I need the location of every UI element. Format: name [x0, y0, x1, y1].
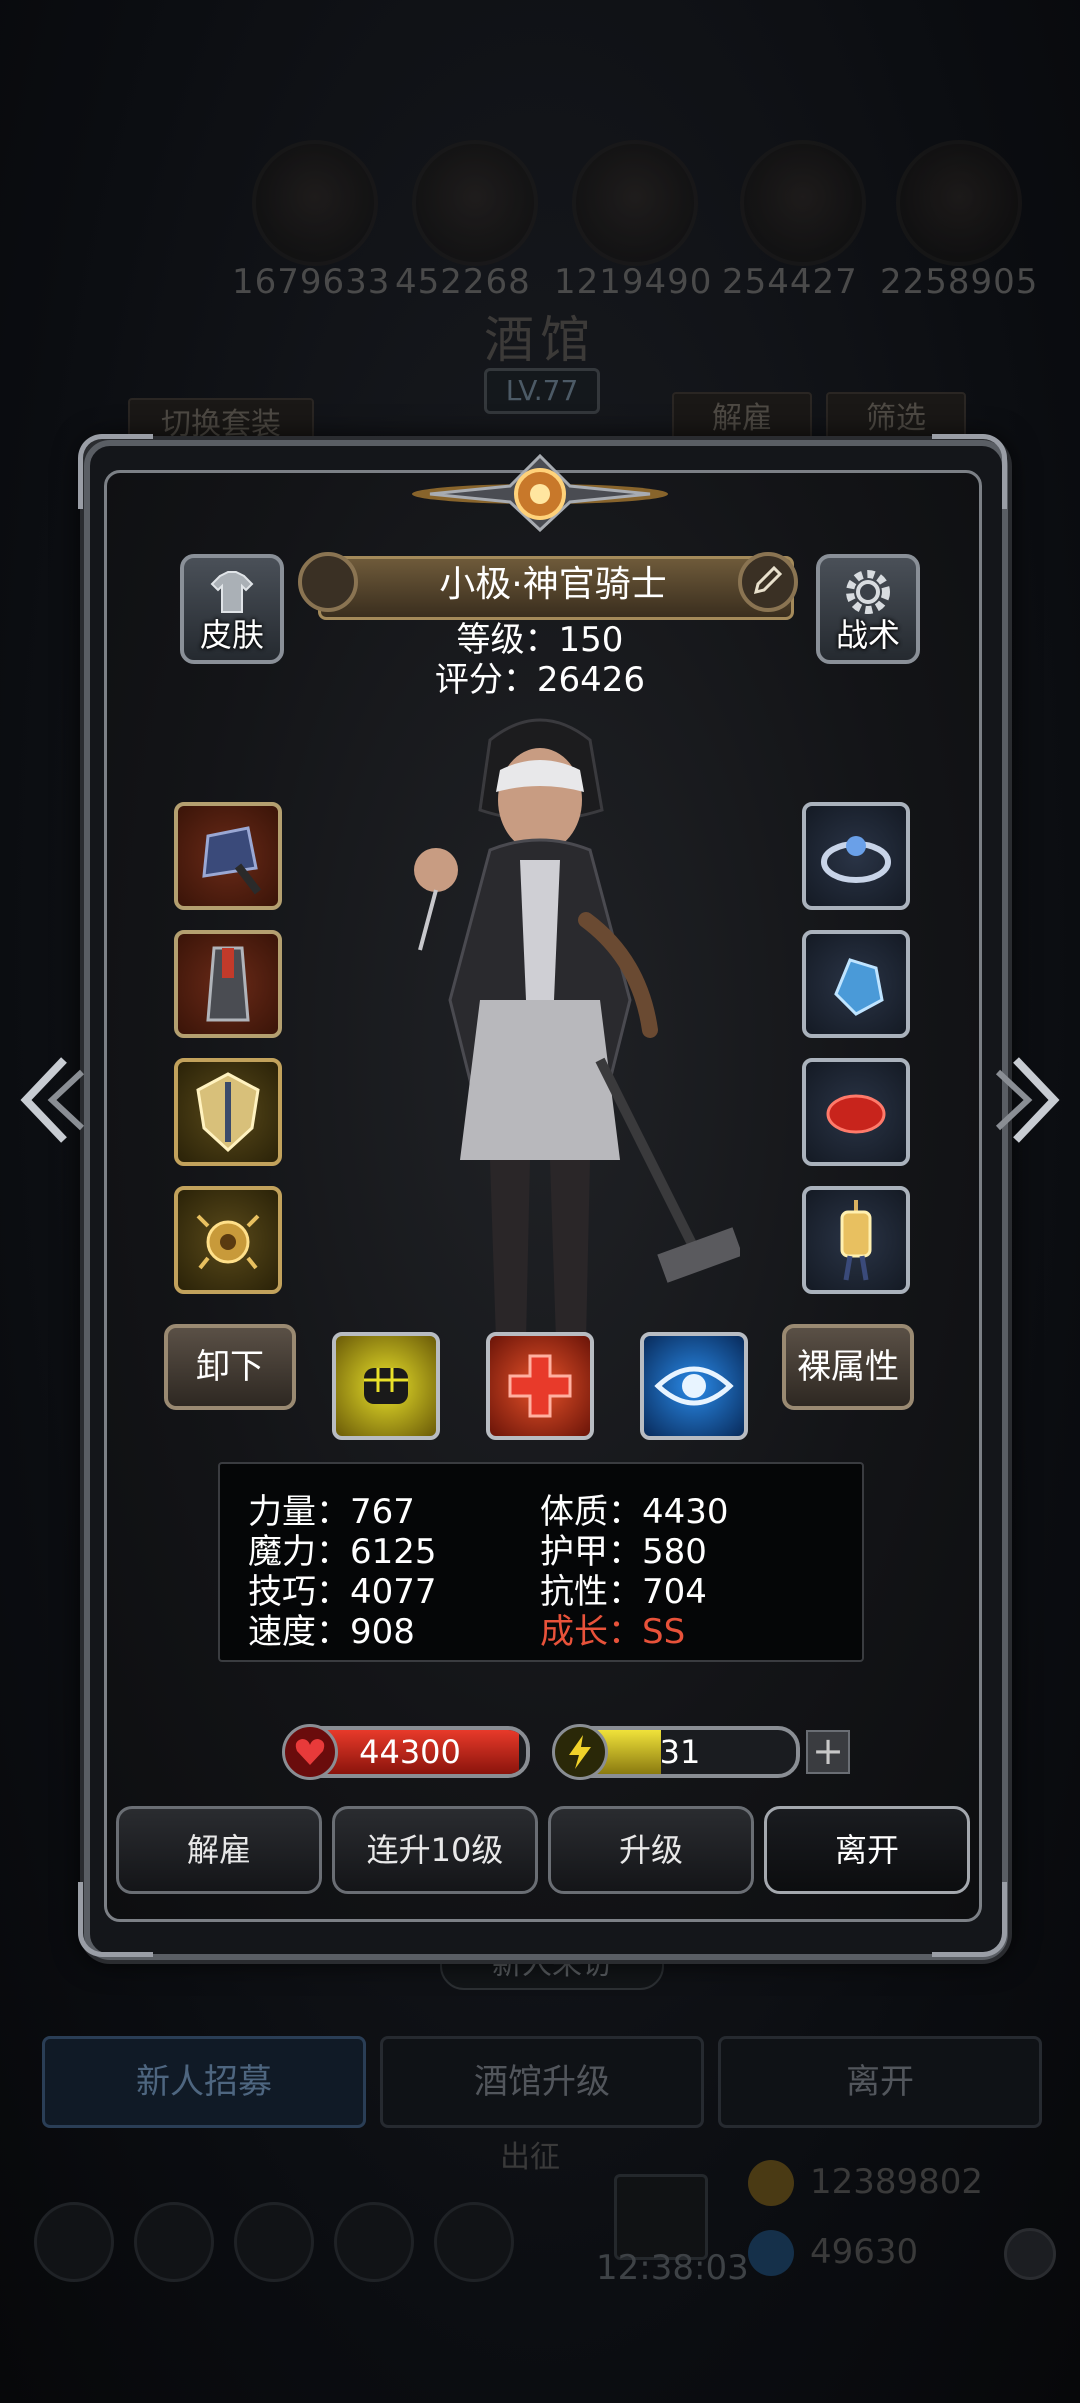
stone-slot[interactable]	[802, 1058, 910, 1166]
shield-slot[interactable]	[174, 1058, 282, 1166]
lantern-slot[interactable]	[802, 1186, 910, 1294]
crystal-icon	[834, 958, 884, 1016]
amulet-slot[interactable]	[174, 1186, 282, 1294]
gem-amount: 49630	[810, 2232, 919, 2272]
heal-cross-skill-icon	[508, 1354, 572, 1418]
dock-icon-3	[234, 2202, 314, 2282]
recruit-button: 新人招募	[42, 2036, 366, 2128]
clock-text: 12:38:03	[596, 2248, 749, 2288]
dock-icon-4	[334, 2202, 414, 2282]
tactics-button[interactable]: 战术	[816, 554, 920, 664]
add-energy-button[interactable]: +	[806, 1730, 850, 1774]
resource-slot-5-icon	[896, 140, 1022, 266]
armor-slot[interactable]	[174, 930, 282, 1038]
resource-value-4: 254427	[722, 262, 858, 302]
lightning-icon	[552, 1724, 608, 1780]
level-up-button[interactable]: 升级	[548, 1806, 754, 1894]
tavern-level: LV.77	[484, 368, 600, 414]
prev-hero-arrow-icon[interactable]	[16, 1050, 86, 1150]
hero-portrait	[414, 718, 740, 1340]
chest-armor-icon	[206, 946, 250, 1022]
level-up-10-button[interactable]: 连升10级	[332, 1806, 538, 1894]
stat-growth: 成长：SS	[540, 1612, 686, 1652]
skin-button[interactable]: 皮肤	[180, 554, 284, 664]
gold-amount: 12389802	[810, 2162, 984, 2202]
frame-corner-ornament	[932, 434, 1007, 509]
bare-stats-button[interactable]: 裸属性	[782, 1324, 914, 1410]
resource-slot-3-icon	[572, 140, 698, 266]
dock-icon-5	[434, 2202, 514, 2282]
gem-slot[interactable]	[802, 930, 910, 1038]
bg-leave-button: 离开	[718, 2036, 1042, 2128]
resource-value-1: 1679633	[232, 262, 391, 302]
tactics-label: 战术	[835, 616, 900, 654]
dock-icon-2	[134, 2202, 214, 2282]
resource-value-5: 2258905	[880, 262, 1039, 302]
amulet-icon	[196, 1214, 260, 1270]
resource-value-3: 1219490	[554, 262, 713, 302]
resource-value-2: 452268	[395, 262, 531, 302]
lantern-icon	[840, 1200, 872, 1281]
skill-slot-1[interactable]	[332, 1332, 440, 1440]
heart-icon	[282, 1724, 338, 1780]
resource-slot-2-icon	[412, 140, 538, 266]
unequip-button[interactable]: 卸下	[164, 1324, 296, 1410]
helmet-icon	[202, 826, 262, 895]
frame-corner-ornament	[78, 434, 153, 509]
dismiss-button[interactable]: 解雇	[116, 1806, 322, 1894]
leave-button[interactable]: 离开	[764, 1806, 970, 1894]
skill-slot-2[interactable]	[486, 1332, 594, 1440]
gold-coin-icon	[748, 2160, 794, 2206]
golden-emblem-icon	[412, 453, 668, 532]
hero-score: 评分：26426	[434, 660, 646, 700]
ring-slot[interactable]	[802, 802, 910, 910]
expedition-label: 出征	[500, 2140, 560, 2175]
stat-speed: 速度：908	[248, 1612, 415, 1652]
bg-dismiss-button: 解雇	[672, 392, 812, 446]
red-stone-icon	[826, 1094, 886, 1134]
shield-icon	[196, 1072, 260, 1153]
tavern-title: 酒馆	[484, 311, 596, 369]
hero-name: 小极·神官骑士	[439, 564, 667, 605]
resource-slot-4-icon	[740, 140, 866, 266]
fist-skill-icon	[364, 1368, 408, 1404]
resource-slot-1-icon	[252, 140, 378, 266]
tavern-upgrade-button: 酒馆升级	[380, 2036, 704, 2128]
skin-label: 皮肤	[199, 616, 264, 654]
dock-icon-1	[34, 2202, 114, 2282]
ring-icon	[821, 836, 891, 883]
skill-slot-3[interactable]	[640, 1332, 748, 1440]
helmet-slot[interactable]	[174, 802, 282, 910]
add-gems-icon	[1004, 2228, 1056, 2280]
next-hero-arrow-icon[interactable]	[994, 1050, 1064, 1150]
eye-skill-icon	[654, 1366, 734, 1406]
gem-icon	[748, 2230, 794, 2276]
